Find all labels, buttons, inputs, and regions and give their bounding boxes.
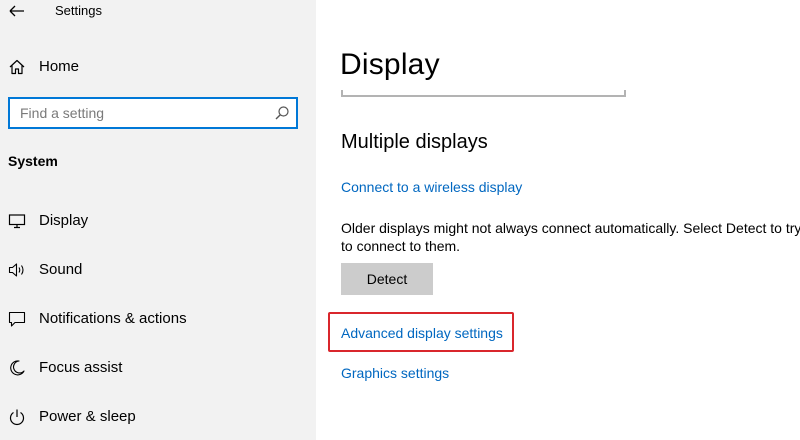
search-box [8,97,298,129]
notification-icon [8,310,26,328]
sidebar-item-home[interactable]: Home [0,49,316,85]
sidebar-item-display[interactable]: Display [0,203,316,239]
sidebar-item-focus-assist[interactable]: Focus assist [0,350,316,386]
connect-wireless-display-link[interactable]: Connect to a wireless display [341,179,522,195]
sidebar-item-notifications[interactable]: Notifications & actions [0,301,316,337]
monitor-icon [8,212,26,230]
sidebar-item-label: Notifications & actions [39,310,187,327]
section-title-system: System [8,153,58,169]
power-icon [8,408,26,426]
search-icon[interactable] [274,105,290,121]
graphics-settings-link[interactable]: Graphics settings [341,365,449,381]
page-title: Display [340,48,440,81]
sidebar-item-power-sleep[interactable]: Power & sleep [0,399,316,435]
sidebar-item-label: Focus assist [39,359,123,376]
settings-window: Settings Home System [0,0,800,440]
sidebar-item-label: Sound [39,261,83,278]
back-button[interactable] [6,0,28,22]
moon-icon [8,359,26,377]
advanced-display-settings-link[interactable]: Advanced display settings [341,325,503,341]
sidebar-item-sound[interactable]: Sound [0,252,316,288]
detect-button[interactable]: Detect [341,263,433,295]
section-heading: Multiple displays [341,131,488,153]
sidebar-item-label: Home [39,58,80,75]
home-icon [8,58,26,76]
title-bar: Settings [0,0,316,24]
title-divider [341,90,626,97]
sidebar: Settings Home System [0,0,316,440]
back-arrow-icon [9,5,24,17]
speaker-icon [8,261,26,279]
main-content: Display Multiple displays Connect to a w… [316,0,800,440]
sidebar-item-label: Power & sleep [39,408,136,425]
app-title: Settings [55,3,102,18]
detect-description: Older displays might not always connect … [341,220,800,254]
sidebar-item-label: Display [39,212,89,229]
search-input[interactable] [10,99,278,127]
